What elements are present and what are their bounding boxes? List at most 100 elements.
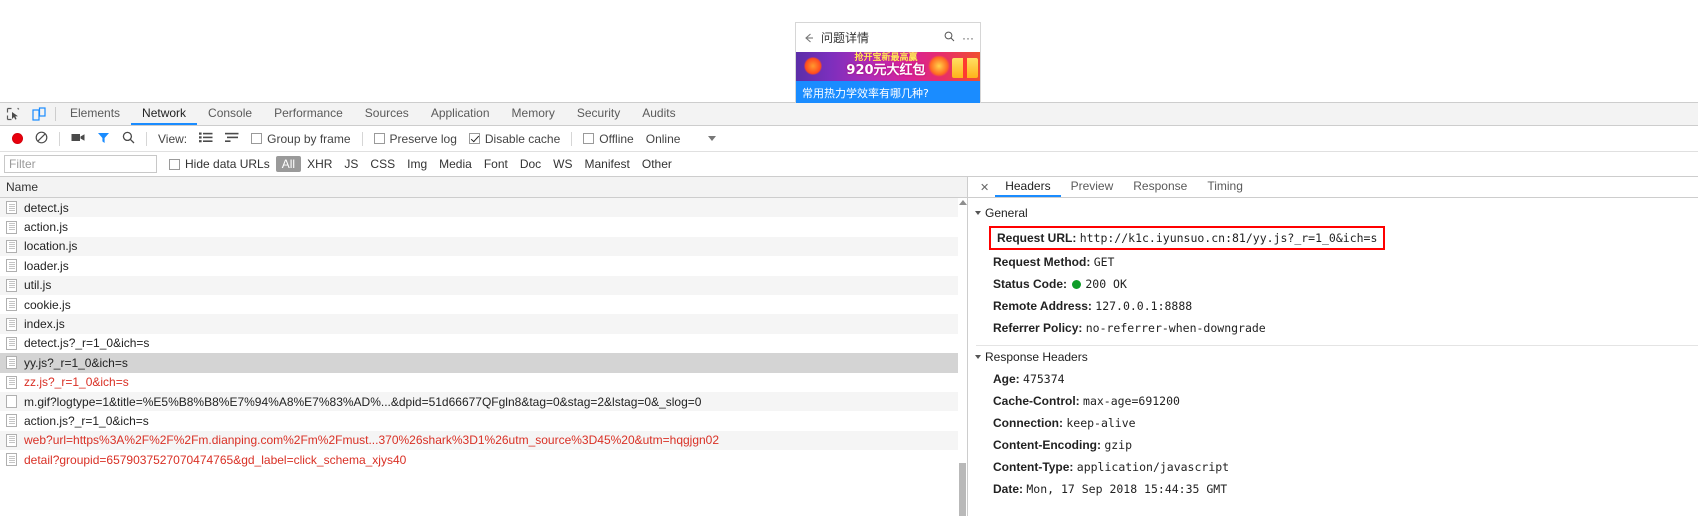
request-url-row: Request URL: http://k1c.iyunsuo.cn:81/yy… [989,226,1386,250]
table-row[interactable]: loader.js [0,256,967,275]
filter-type-manifest[interactable]: Manifest [579,156,636,172]
details-body: General Request URL: http://k1c.iyunsuo.… [968,198,1698,500]
tab-response[interactable]: Response [1123,177,1197,197]
table-row[interactable]: detect.js?_r=1_0&ich=s [0,334,967,353]
spark-left-icon [804,57,822,75]
request-name: action.js?_r=1_0&ich=s [24,413,149,428]
filter-toggle-button[interactable] [91,126,116,151]
scrollbar-thumb[interactable] [959,463,966,516]
table-row[interactable]: index.js [0,314,967,334]
request-name: detect.js [24,200,69,215]
tab-elements[interactable]: Elements [59,103,131,125]
waterfall-view-button[interactable] [219,126,245,151]
promo-banner[interactable]: 抢开宝新最高赢 920元大红包 [796,52,980,81]
header-cache-control-key: Cache-Control: [993,394,1080,408]
referrer-policy-key: Referrer Policy: [993,321,1083,335]
promo-banner-line2: 920元大红包 [846,63,926,78]
network-list-scrollbar[interactable] [958,198,967,516]
search-button[interactable] [116,126,141,151]
tab-timing[interactable]: Timing [1197,177,1253,197]
table-row[interactable]: cookie.js [0,295,967,314]
tab-application[interactable]: Application [420,103,501,125]
script-file-icon [6,414,17,428]
table-row[interactable]: detect.js [0,198,967,218]
table-row[interactable]: action.js [0,217,967,236]
blank-file-icon [6,395,17,409]
filter-type-js[interactable]: JS [338,156,364,172]
preserve-log-checkbox[interactable]: Preserve log [368,126,463,151]
request-method-row: Request Method: GET [976,251,1698,273]
filter-type-other[interactable]: Other [636,156,678,172]
filter-type-media[interactable]: Media [433,156,478,172]
table-row-selected[interactable]: yy.js?_r=1_0&ich=s [0,353,967,373]
tab-network[interactable]: Network [131,103,198,125]
throttling-caret[interactable] [686,126,722,151]
request-name: cookie.js [24,297,71,312]
devtools-tabbar: Elements Network Console Performance Sou… [0,103,1698,126]
status-code-value: 200 OK [1085,277,1127,291]
record-button[interactable] [6,126,29,151]
tab-console[interactable]: Console [197,103,263,125]
column-header-name: Name [6,180,39,194]
tab-security[interactable]: Security [566,103,631,125]
request-name: action.js [24,220,69,235]
filter-type-font[interactable]: Font [478,156,514,172]
tab-memory[interactable]: Memory [501,103,566,125]
table-row[interactable]: web?url=https%3A%2F%2F%2Fm.dianping.com%… [0,430,967,451]
disable-cache-checkbox[interactable]: Disable cache [463,126,566,151]
tab-sources[interactable]: Sources [354,103,420,125]
table-row[interactable]: location.js [0,236,967,257]
screen-root: 问题详情 ··· 抢开宝新最高赢 920元大红包 常用热力学效率有哪几种? El… [0,0,1698,516]
close-icon[interactable]: ✕ [974,177,995,197]
resource-type-filters: All XHR JS CSS Img Media Font Doc WS Man… [275,156,678,172]
more-dots-icon[interactable]: ··· [962,32,974,44]
offline-label: Offline [599,131,634,146]
scroll-up-arrow-icon[interactable] [959,200,967,205]
request-name: detail?groupid=6579037527070474765&gd_la… [24,452,407,467]
tab-performance[interactable]: Performance [263,103,354,125]
filter-type-all[interactable]: All [275,156,302,172]
filter-icon [97,131,110,147]
mobile-page-title: 问题详情 [821,31,870,45]
referrer-policy-value: no-referrer-when-downgrade [1085,321,1266,335]
request-name: index.js [24,317,65,332]
table-row[interactable]: action.js?_r=1_0&ich=s [0,411,967,430]
script-file-icon [6,201,17,215]
divider [146,131,147,146]
section-general-title: General [985,206,1028,220]
clear-button[interactable] [29,126,54,151]
filter-type-css[interactable]: CSS [364,156,401,172]
tab-audits[interactable]: Audits [631,103,686,125]
back-arrow-icon[interactable] [802,31,816,45]
script-file-icon [6,433,17,447]
capture-screenshots-button[interactable] [65,126,91,151]
filter-type-ws[interactable]: WS [547,156,578,172]
section-response-headers-title: Response Headers [985,350,1088,364]
section-response-headers-header[interactable]: Response Headers [975,350,1698,364]
filter-input[interactable] [4,155,157,173]
tab-preview[interactable]: Preview [1061,177,1124,197]
filter-type-doc[interactable]: Doc [514,156,547,172]
filter-type-img[interactable]: Img [401,156,433,172]
throttling-select[interactable]: Online [640,126,687,151]
device-toolbar-icon[interactable] [26,103,52,125]
list-view-button[interactable] [193,126,219,151]
offline-checkbox[interactable]: Offline [577,126,639,151]
header-age-value: 475374 [1023,372,1065,386]
filter-type-xhr[interactable]: XHR [301,156,338,172]
checkbox-box [468,133,480,144]
header-content-type-key: Content-Type: [993,460,1074,474]
section-general-header[interactable]: General [975,206,1698,220]
table-row[interactable]: detail?groupid=6579037527070474765&gd_la… [0,450,967,469]
inspect-element-icon[interactable] [0,103,26,125]
camera-icon [71,132,85,146]
group-by-frame-checkbox[interactable]: Group by frame [245,126,356,151]
table-row[interactable]: zz.js?_r=1_0&ich=s [0,373,967,392]
search-icon[interactable] [944,29,955,47]
table-row[interactable]: m.gif?logtype=1&title=%E5%B8%B8%E7%94%A8… [0,391,967,412]
chevron-down-icon [975,355,981,359]
table-row[interactable]: util.js [0,275,967,295]
tab-headers[interactable]: Headers [995,177,1061,197]
hide-data-urls-checkbox[interactable]: Hide data URLs [169,157,270,171]
header-age-key: Age: [993,372,1020,386]
